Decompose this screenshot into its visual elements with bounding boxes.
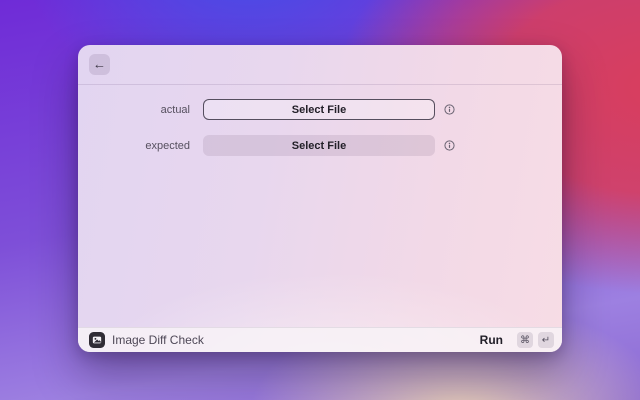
actual-select-file-button[interactable]: Select File xyxy=(203,99,435,120)
command-key-icon: ⌘ xyxy=(517,332,533,348)
form-row-expected: expected Select File xyxy=(78,135,562,156)
window-footer: Image Diff Check Run ⌘ ↵ xyxy=(78,327,562,352)
info-icon[interactable] xyxy=(444,104,455,115)
actual-select-file-label: Select File xyxy=(292,104,346,116)
return-key-icon: ↵ xyxy=(538,332,554,348)
window-header: ← xyxy=(78,45,562,85)
info-icon[interactable] xyxy=(444,140,455,151)
app-title: Image Diff Check xyxy=(112,333,204,347)
run-button[interactable]: Run ⌘ ↵ xyxy=(480,332,554,348)
desktop-wallpaper: ← actual Select File expected xyxy=(0,0,640,400)
expected-label: expected xyxy=(78,140,203,152)
run-label: Run xyxy=(480,333,503,347)
form-row-actual: actual Select File xyxy=(78,99,562,120)
form-area: actual Select File expected Select File xyxy=(78,85,562,156)
expected-select-file-label: Select File xyxy=(292,140,346,152)
back-button[interactable]: ← xyxy=(89,54,110,75)
actual-label: actual xyxy=(78,104,203,116)
raycast-window: ← actual Select File expected xyxy=(78,45,562,352)
back-arrow-icon: ← xyxy=(93,58,106,71)
expected-select-file-button[interactable]: Select File xyxy=(203,135,435,156)
image-icon xyxy=(89,332,105,348)
